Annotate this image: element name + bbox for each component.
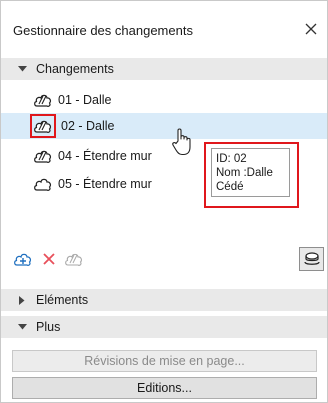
title-bar: Gestionnaire des changements <box>1 1 327 53</box>
caret-down-icon <box>16 66 28 72</box>
marker-stack-icon <box>303 252 320 265</box>
section-changements-header[interactable]: Changements <box>1 58 327 80</box>
link-icon <box>65 253 82 266</box>
layout-revisions-button[interactable]: Révisions de mise en page... <box>12 350 317 372</box>
close-button[interactable] <box>301 19 321 39</box>
section-plus-label: Plus <box>36 320 61 334</box>
section-elements-header[interactable]: Eléments <box>1 289 327 311</box>
link-change-button[interactable] <box>61 247 85 271</box>
delete-icon <box>43 253 55 265</box>
change-toolbar <box>1 243 327 275</box>
tooltip-name: Nom :Dalle <box>216 167 273 179</box>
change-tooltip-highlight: ID: 02 Nom :Dalle Cédé <box>204 142 299 208</box>
change-manager-panel: Gestionnaire des changements Changements… <box>0 0 328 403</box>
change-tooltip: ID: 02 Nom :Dalle Cédé <box>211 148 290 197</box>
section-changements-label: Changements <box>36 62 114 76</box>
add-change-icon <box>14 253 31 266</box>
change-label: 04 - Étendre mur <box>58 149 152 163</box>
change-linked-icon <box>33 146 53 166</box>
tooltip-id: ID: 02 <box>216 153 247 165</box>
cloud-icon <box>33 174 53 194</box>
change-label: 01 - Dalle <box>58 93 112 107</box>
editions-button[interactable]: Editions... <box>12 377 317 399</box>
section-plus-header[interactable]: Plus <box>1 316 327 338</box>
delete-change-button[interactable] <box>37 247 61 271</box>
change-linked-icon <box>33 90 53 110</box>
change-label: 05 - Étendre mur <box>58 177 152 191</box>
change-list-item-selected[interactable]: 02 - Dalle <box>1 113 327 139</box>
caret-down-icon <box>16 324 28 330</box>
section-elements-label: Eléments <box>36 293 89 307</box>
marker-stack-button[interactable] <box>299 247 324 271</box>
close-icon <box>305 23 317 35</box>
add-change-button[interactable] <box>11 247 35 271</box>
change-list-item[interactable]: 01 - Dalle <box>1 87 327 113</box>
window-title: Gestionnaire des changements <box>13 23 193 38</box>
change-linked-icon <box>30 114 56 138</box>
change-label: 02 - Dalle <box>61 119 115 133</box>
caret-right-icon <box>16 295 28 305</box>
hand-cursor-icon <box>172 128 191 156</box>
tooltip-status: Cédé <box>216 181 244 193</box>
